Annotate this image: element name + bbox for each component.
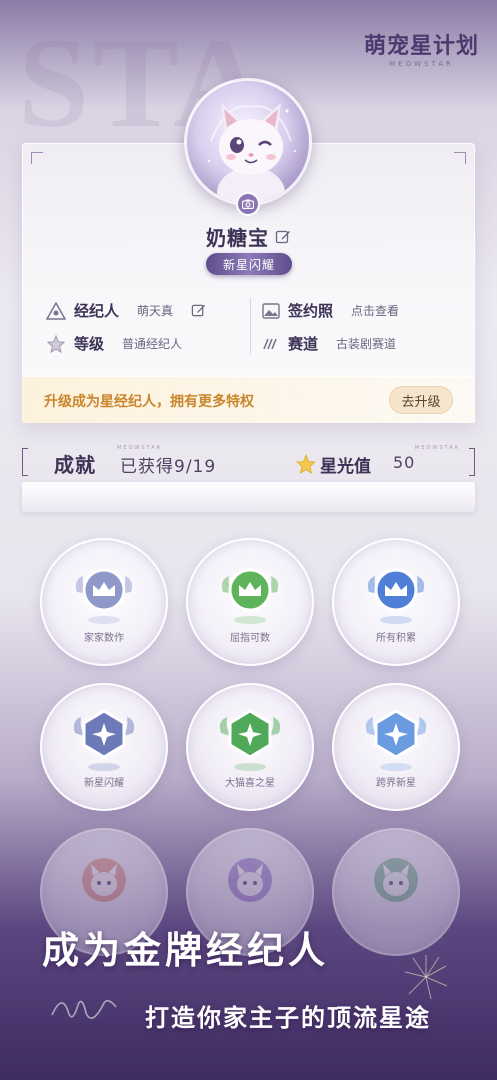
crown-medal-icon <box>75 568 133 624</box>
signature-decor <box>51 999 117 1019</box>
achievement-medal[interactable]: 新星闪耀 <box>40 683 168 811</box>
corner-decor <box>31 152 43 164</box>
medal-label: 屈指可数 <box>230 633 270 644</box>
info-divider <box>250 298 251 354</box>
bracket-decor <box>469 448 475 476</box>
achievement-medal[interactable]: 家家数作 <box>40 538 168 666</box>
crown-medal-icon <box>221 568 279 624</box>
starlight-icon <box>296 454 316 474</box>
avatar[interactable] <box>184 78 312 206</box>
achievement-medal[interactable]: 屈指可数 <box>186 538 314 666</box>
info-value: 普通经纪人 <box>122 337 183 351</box>
camera-icon <box>242 199 254 209</box>
logo-title: 萌宠星计划 <box>363 33 479 59</box>
info-value: 古装剧赛道 <box>336 337 397 351</box>
upgrade-button[interactable]: 去升级 <box>389 386 453 414</box>
upgrade-text: 升级成为星经纪人，拥有更多特权 <box>44 394 254 410</box>
firework-decor <box>404 955 448 1000</box>
view-photo-link[interactable]: 点击查看 <box>351 302 399 319</box>
medal-label: 所有积累 <box>376 633 416 644</box>
achievements-header: 成就 MEOWSTAR 已获得9/19 星光值 50 MEOWSTAR <box>22 442 475 482</box>
logo-subtitle: MEOWSTAR <box>389 60 454 68</box>
deco-text: MEOWSTAR <box>117 445 163 451</box>
slogan-sub: 打造你家主子的顶流星途 <box>145 1003 431 1032</box>
medal-label: 跨界新星 <box>376 778 416 789</box>
starlight-value: 50 <box>393 453 416 472</box>
info-key: 签约照 <box>288 302 334 320</box>
shield-medal-icon <box>365 709 427 771</box>
achievement-medal[interactable] <box>332 828 460 956</box>
achievement-medal[interactable]: 跨界新星 <box>332 683 460 811</box>
profile-name-row: 奶糖宝 <box>0 222 497 251</box>
medal-label: 大猫喜之星 <box>225 778 275 789</box>
crown-medal-icon <box>367 568 425 624</box>
info-key: 赛道 <box>288 335 319 353</box>
edit-name-icon[interactable] <box>275 229 291 245</box>
corner-decor <box>454 152 466 164</box>
pet-medal-icon <box>82 858 126 902</box>
deco-text: MEOWSTAR <box>415 445 461 451</box>
info-value: 萌天真 <box>137 304 174 318</box>
pet-medal-icon <box>374 858 418 902</box>
shield-medal-icon <box>73 709 135 771</box>
camera-button[interactable] <box>236 192 260 216</box>
pet-name: 奶糖宝 <box>206 226 269 250</box>
upgrade-banner: 升级成为星经纪人，拥有更多特权 去升级 <box>22 376 475 423</box>
rank-badge: 新星闪耀 <box>206 253 292 275</box>
slogan-main: 成为金牌经纪人 <box>42 928 329 972</box>
info-contract-photo[interactable]: 签约照 点击查看 <box>262 300 399 321</box>
app-logo: 萌宠星计划 MEOWSTAR <box>364 28 479 68</box>
achievements-count: 已获得9/19 <box>120 457 217 477</box>
star-outline-icon <box>46 334 66 353</box>
achievement-medal[interactable]: 所有积累 <box>332 538 460 666</box>
info-key: 经纪人 <box>74 302 120 320</box>
edit-agent-icon[interactable] <box>191 303 206 318</box>
pet-medal-icon <box>228 858 272 902</box>
info-agent: 经纪人 萌天真 <box>46 300 206 321</box>
bracket-decor <box>22 448 28 476</box>
shield-medal-icon <box>219 709 281 771</box>
starlight-label: 星光值 <box>320 457 371 477</box>
achievement-medal[interactable]: 大猫喜之星 <box>186 683 314 811</box>
info-level: 等级 普通经纪人 <box>46 333 182 354</box>
medal-label: 家家数作 <box>84 633 124 644</box>
agent-icon <box>46 301 66 320</box>
cat-avatar-image <box>207 103 296 203</box>
medal-shelf <box>22 482 475 512</box>
info-track: 赛道 古装剧赛道 <box>262 333 396 354</box>
track-icon <box>263 338 277 349</box>
info-key: 等级 <box>74 335 105 353</box>
achievements-title: 成就 <box>54 453 96 477</box>
photo-icon <box>262 302 280 319</box>
medal-label: 新星闪耀 <box>84 778 124 789</box>
